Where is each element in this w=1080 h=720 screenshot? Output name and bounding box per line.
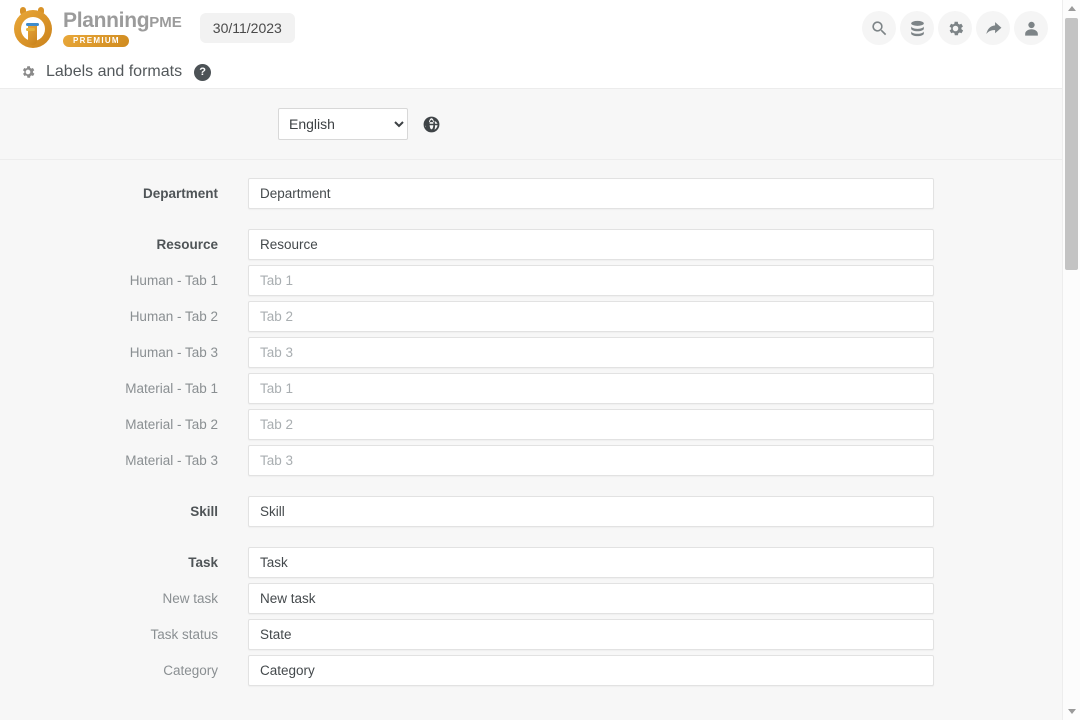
brand-wordmark: PlanningPME PREMIUM xyxy=(63,9,182,47)
form-row: Human - Tab 3 Tab 3 xyxy=(0,337,1062,368)
field-label: Category xyxy=(163,663,218,678)
page-title: Labels and formats xyxy=(46,63,183,80)
field-input[interactable]: Tab 3 xyxy=(248,337,934,368)
field-label: Skill xyxy=(190,504,218,519)
app-logo[interactable]: PlanningPME PREMIUM xyxy=(12,7,182,49)
field-label: Human - Tab 2 xyxy=(129,309,218,324)
form-row: New task New task xyxy=(0,583,1062,614)
field-label: Resource xyxy=(156,237,218,252)
field-label: Human - Tab 3 xyxy=(129,345,218,360)
field-input[interactable]: Category xyxy=(248,655,934,686)
language-select[interactable]: English xyxy=(278,108,408,140)
form-row: Material - Tab 3 Tab 3 xyxy=(0,445,1062,476)
field-input[interactable]: Tab 1 xyxy=(248,265,934,296)
database-icon[interactable] xyxy=(900,11,934,45)
top-bar: PlanningPME PREMIUM 30/11/2023 xyxy=(0,0,1062,56)
vertical-scrollbar[interactable] xyxy=(1062,0,1080,720)
language-row: English xyxy=(0,89,1062,159)
field-input[interactable]: Tab 3 xyxy=(248,445,934,476)
form-row: Category Category xyxy=(0,655,1062,686)
date-display[interactable]: 30/11/2023 xyxy=(199,13,295,43)
globe-icon[interactable] xyxy=(422,115,441,134)
form-row: Resource Resource xyxy=(0,229,1062,260)
planningpme-logo-icon xyxy=(12,7,54,49)
form-row: Human - Tab 2 Tab 2 xyxy=(0,301,1062,332)
field-input[interactable]: Skill xyxy=(248,496,934,527)
user-icon[interactable] xyxy=(1014,11,1048,45)
field-input[interactable]: Tab 1 xyxy=(248,373,934,404)
search-icon[interactable] xyxy=(862,11,896,45)
scroll-down-button[interactable] xyxy=(1063,703,1080,720)
page-root: PlanningPME PREMIUM 30/11/2023 Labels an… xyxy=(0,0,1062,720)
field-input[interactable]: Resource xyxy=(248,229,934,260)
field-input[interactable]: Tab 2 xyxy=(248,301,934,332)
field-input[interactable]: State xyxy=(248,619,934,650)
field-input[interactable]: Task xyxy=(248,547,934,578)
field-input[interactable]: New task xyxy=(248,583,934,614)
field-input[interactable]: Department xyxy=(248,178,934,209)
page-title-bar: Labels and formats ? xyxy=(0,56,1062,88)
share-icon[interactable] xyxy=(976,11,1010,45)
brand-suffix: PME xyxy=(149,14,182,31)
scroll-up-button[interactable] xyxy=(1063,0,1080,17)
labels-form: Department Department Resource Resource Huma… xyxy=(0,160,1062,686)
page-gear-icon xyxy=(20,64,36,80)
browser-viewport: PlanningPME PREMIUM 30/11/2023 Labels an… xyxy=(0,0,1080,720)
field-label: Material - Tab 2 xyxy=(125,417,218,432)
field-label: Task xyxy=(188,555,218,570)
form-row: Skill Skill xyxy=(0,496,1062,527)
field-label: Task status xyxy=(150,627,218,642)
form-row: Task status State xyxy=(0,619,1062,650)
form-row: Department Department xyxy=(0,178,1062,209)
field-label: Material - Tab 3 xyxy=(125,453,218,468)
brand-name: Planning xyxy=(63,9,150,32)
field-label: Human - Tab 1 xyxy=(129,273,218,288)
field-label: New task xyxy=(162,591,218,606)
field-label: Material - Tab 1 xyxy=(125,381,218,396)
brand-badge: PREMIUM xyxy=(63,35,129,47)
field-label: Department xyxy=(142,186,218,201)
help-icon[interactable]: ? xyxy=(194,63,212,81)
top-icon-bar xyxy=(862,11,1048,45)
form-row: Material - Tab 2 Tab 2 xyxy=(0,409,1062,440)
scrollbar-thumb[interactable] xyxy=(1065,18,1078,270)
gear-icon[interactable] xyxy=(938,11,972,45)
form-row: Material - Tab 1 Tab 1 xyxy=(0,373,1062,404)
form-row: Task Task xyxy=(0,547,1062,578)
form-row: Human - Tab 1 Tab 1 xyxy=(0,265,1062,296)
field-input[interactable]: Tab 2 xyxy=(248,409,934,440)
